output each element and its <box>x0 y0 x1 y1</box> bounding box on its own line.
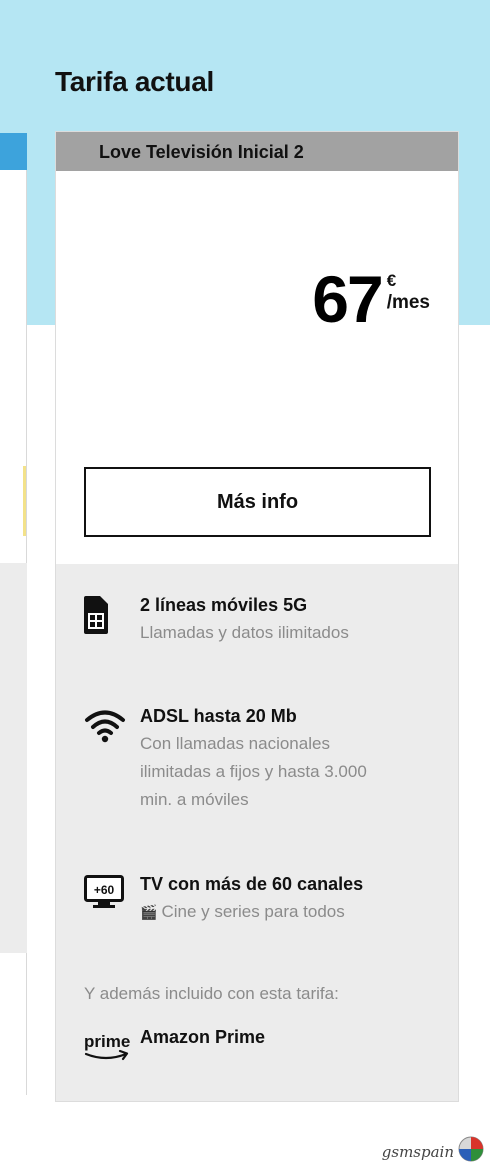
amazon-prime-logo: prime <box>84 1030 132 1069</box>
feature-description-line: ilimitadas a fijos y hasta 3.000 <box>140 762 367 781</box>
extras-label: Y además incluido con esta tarifa: <box>84 984 339 1003</box>
section-title: Tarifa actual <box>55 66 214 97</box>
extra-title: Amazon Prime <box>140 1027 266 1047</box>
feature-description: 🎬 Cine y series para todos <box>140 898 440 926</box>
watermark: gsmspain <box>382 1136 484 1162</box>
clapperboard-icon: 🎬 <box>140 904 158 920</box>
feature-description: Llamadas y datos ilimitados <box>140 623 349 642</box>
sim-card-icon <box>84 596 108 639</box>
watermark-text: gsmspain <box>381 1142 454 1161</box>
feature-description-text: Cine y series para todos <box>161 902 345 921</box>
prime-logo-text: prime <box>84 1032 130 1051</box>
previous-tariff-card[interactable] <box>0 133 27 1095</box>
price-period: /mes <box>386 292 430 313</box>
previous-tariff-card-button-edge <box>23 466 26 536</box>
feature-description: Con llamadas nacionales ilimitadas a fij… <box>140 730 440 814</box>
price-currency: € <box>386 271 397 290</box>
previous-tariff-card-header <box>0 133 27 170</box>
tariff-header: Love Televisión Inicial 2 <box>56 132 458 171</box>
tv-channel-badge: +60 <box>94 883 115 897</box>
features-list: 2 líneas móviles 5G Llamadas y datos ili… <box>56 564 458 1101</box>
more-info-button[interactable]: Más info <box>84 467 431 537</box>
feature-title: ADSL hasta 20 Mb <box>140 706 297 726</box>
watermark-logo <box>458 1136 484 1162</box>
price-amount: 67 <box>312 262 383 336</box>
price: 67 € /mes <box>312 266 430 332</box>
feature-title: TV con más de 60 canales <box>140 874 364 894</box>
feature-description-line: Con llamadas nacionales <box>140 734 330 753</box>
wifi-icon <box>84 709 126 748</box>
feature-description-line: min. a móviles <box>140 790 249 809</box>
feature-title: 2 líneas móviles 5G <box>140 595 308 615</box>
tariff-name: Love Televisión Inicial 2 <box>99 142 304 162</box>
previous-tariff-card-features <box>0 563 27 953</box>
tv-icon: +60 <box>84 875 124 914</box>
current-tariff-card: Love Televisión Inicial 2 67 € /mes Más … <box>55 131 459 1102</box>
